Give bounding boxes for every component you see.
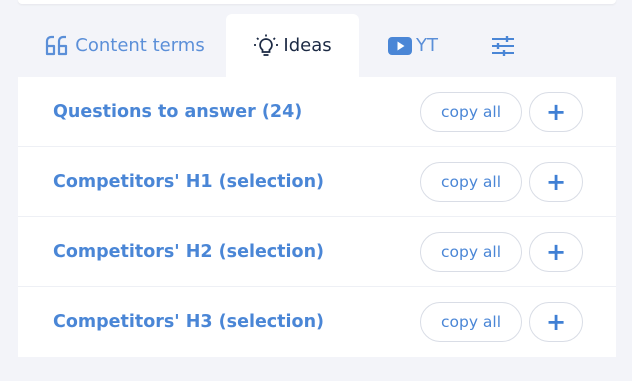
copy-all-button[interactable]: copy all — [420, 231, 522, 272]
quote-icon — [45, 35, 71, 57]
tab-bar: Content terms Ideas YT — [18, 14, 616, 77]
sliders-icon — [491, 35, 515, 57]
tab-content-terms[interactable]: Content terms — [44, 14, 206, 77]
tab-label: Content terms — [75, 35, 205, 56]
top-panel-edge — [18, 0, 616, 4]
tab-yt[interactable]: YT — [378, 14, 448, 77]
section-title[interactable]: Competitors' H3 (selection) — [53, 312, 324, 332]
section-title[interactable]: Competitors' H1 (selection) — [53, 172, 324, 192]
copy-all-button[interactable]: copy all — [420, 91, 522, 132]
tab-ideas[interactable]: Ideas — [226, 14, 359, 77]
list-item: Questions to answer (24) copy all + — [18, 77, 616, 147]
list-item: Competitors' H1 (selection) copy all + — [18, 147, 616, 217]
ideas-panel: Questions to answer (24) copy all + Comp… — [18, 77, 616, 357]
copy-all-button[interactable]: copy all — [420, 302, 522, 342]
section-title[interactable]: Competitors' H2 (selection) — [53, 242, 324, 262]
add-button[interactable]: + — [529, 161, 583, 202]
add-button[interactable]: + — [529, 302, 583, 342]
youtube-icon — [388, 36, 412, 55]
section-title[interactable]: Questions to answer (24) — [53, 102, 302, 122]
list-item: Competitors' H3 (selection) copy all + — [18, 287, 616, 357]
tab-label: YT — [416, 35, 438, 56]
copy-all-button[interactable]: copy all — [420, 161, 522, 202]
list-item: Competitors' H2 (selection) copy all + — [18, 217, 616, 287]
lightbulb-icon — [253, 34, 279, 58]
tab-label: Ideas — [283, 35, 332, 56]
tab-settings[interactable] — [480, 14, 526, 77]
add-button[interactable]: + — [529, 231, 583, 272]
add-button[interactable]: + — [529, 91, 583, 132]
